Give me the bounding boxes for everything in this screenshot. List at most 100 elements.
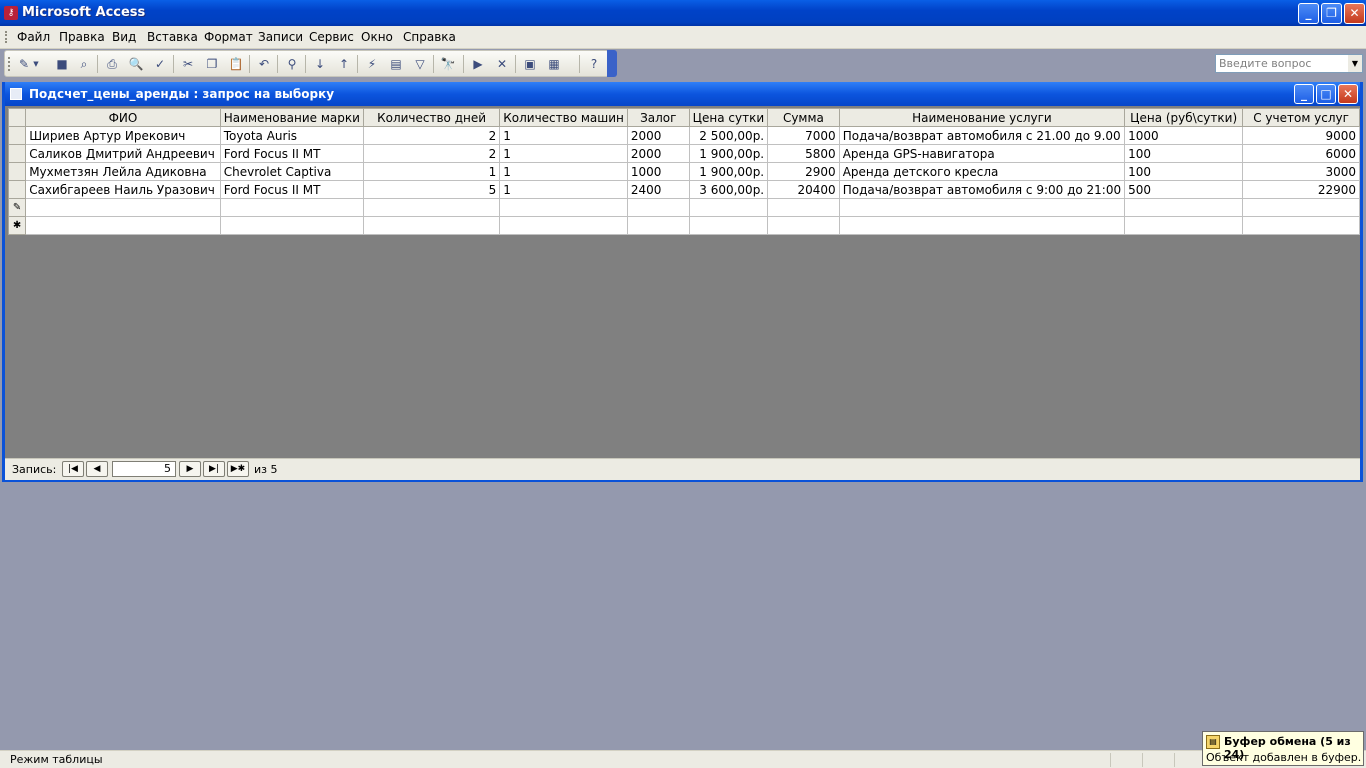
query-minimize-button[interactable]: _ bbox=[1294, 84, 1314, 104]
table-cell[interactable]: 2 bbox=[362, 144, 501, 163]
table-cell[interactable]: 5800 bbox=[767, 144, 840, 163]
toolbar-grip[interactable] bbox=[8, 57, 10, 71]
table-cell[interactable] bbox=[626, 198, 690, 217]
next-record-button[interactable]: ▶ bbox=[179, 461, 201, 477]
table-cell[interactable]: Toyota Auris bbox=[219, 126, 364, 145]
table-cell[interactable]: Саликов Дмитрий Андреевич bbox=[25, 144, 221, 163]
query-close-button[interactable]: ✕ bbox=[1338, 84, 1358, 104]
menu-format[interactable]: Формат bbox=[204, 30, 253, 44]
search-file-icon[interactable]: ⌕ bbox=[75, 55, 93, 73]
table-cell[interactable]: 9000 bbox=[1242, 126, 1360, 145]
table-cell[interactable] bbox=[499, 198, 628, 217]
table-cell[interactable]: 1 bbox=[499, 180, 628, 199]
new-object-icon[interactable]: ▦ bbox=[545, 55, 563, 73]
new-record-button[interactable]: ▶✱ bbox=[227, 461, 249, 477]
filter-by-selection-icon[interactable]: ⚡ bbox=[363, 55, 381, 73]
table-cell[interactable]: 2 bbox=[362, 126, 501, 145]
table-cell[interactable]: 22900 bbox=[1242, 180, 1360, 199]
column-header[interactable]: Наименование марки bbox=[219, 108, 364, 127]
record-selector[interactable] bbox=[7, 144, 27, 163]
apply-filter-icon[interactable]: ▽ bbox=[411, 55, 429, 73]
query-window-title-bar[interactable]: Подсчет_цены_аренды : запрос на выборку … bbox=[5, 82, 1360, 106]
menu-grip[interactable] bbox=[5, 31, 7, 43]
current-record-input[interactable]: 5 bbox=[112, 461, 176, 477]
toolbar-options-icon[interactable] bbox=[607, 50, 617, 77]
table-cell[interactable] bbox=[499, 216, 628, 235]
record-selector[interactable] bbox=[7, 180, 27, 199]
menu-window[interactable]: Окно bbox=[361, 30, 393, 44]
record-selector[interactable] bbox=[7, 126, 27, 145]
record-selector[interactable] bbox=[7, 162, 27, 181]
menu-records[interactable]: Записи bbox=[258, 30, 303, 44]
menu-tools[interactable]: Сервис bbox=[309, 30, 354, 44]
column-header[interactable]: ФИО bbox=[25, 108, 221, 127]
first-record-button[interactable]: |◀ bbox=[62, 461, 84, 477]
hyperlink-icon[interactable]: ⚲ bbox=[283, 55, 301, 73]
table-cell[interactable]: 2400 bbox=[626, 180, 690, 199]
table-cell[interactable] bbox=[219, 216, 364, 235]
filter-by-form-icon[interactable]: ▤ bbox=[387, 55, 405, 73]
table-cell[interactable]: 2000 bbox=[626, 126, 690, 145]
table-cell[interactable]: 2 500,00р. bbox=[688, 126, 769, 145]
table-cell[interactable] bbox=[688, 216, 769, 235]
table-cell[interactable]: 6000 bbox=[1242, 144, 1360, 163]
column-header[interactable]: Количество дней bbox=[362, 108, 501, 127]
new-record-icon[interactable]: ▶ bbox=[469, 55, 487, 73]
table-cell[interactable] bbox=[1242, 198, 1360, 217]
table-cell[interactable]: Мухметзян Лейла Адиковна bbox=[25, 162, 221, 181]
column-header[interactable]: Сумма bbox=[767, 108, 840, 127]
close-button[interactable]: ✕ bbox=[1344, 3, 1365, 24]
table-cell[interactable] bbox=[362, 216, 501, 235]
last-record-button[interactable]: ▶| bbox=[203, 461, 225, 477]
previous-record-button[interactable]: ◀ bbox=[86, 461, 108, 477]
table-cell[interactable]: 1 bbox=[362, 162, 501, 181]
column-header[interactable]: Цена сутки bbox=[688, 108, 769, 127]
table-cell[interactable] bbox=[767, 198, 840, 217]
undo-icon[interactable]: ↶ bbox=[255, 55, 273, 73]
cut-icon[interactable]: ✂ bbox=[179, 55, 197, 73]
clipboard-notification[interactable]: ▤ Буфер обмена (5 из 24) Объект добавлен… bbox=[1202, 731, 1364, 766]
table-cell[interactable]: Аренда детского кресла bbox=[838, 162, 1126, 181]
table-cell[interactable]: 1 900,00р. bbox=[688, 162, 769, 181]
table-cell[interactable]: 100 bbox=[1124, 144, 1244, 163]
menu-insert[interactable]: Вставка bbox=[147, 30, 198, 44]
table-cell[interactable]: Подача/возврат автомобиля с 9:00 до 21:0… bbox=[838, 180, 1126, 199]
select-all-corner[interactable] bbox=[7, 108, 27, 127]
table-cell[interactable] bbox=[838, 216, 1126, 235]
table-cell[interactable]: 100 bbox=[1124, 162, 1244, 181]
print-icon[interactable]: ⎙ bbox=[103, 55, 121, 73]
table-cell[interactable]: Шириев Артур Ирекович bbox=[25, 126, 221, 145]
table-cell[interactable]: Аренда GPS-навигатора bbox=[838, 144, 1126, 163]
table-cell[interactable]: 500 bbox=[1124, 180, 1244, 199]
menu-view[interactable]: Вид bbox=[112, 30, 136, 44]
table-cell[interactable] bbox=[688, 198, 769, 217]
table-cell[interactable] bbox=[1242, 216, 1360, 235]
help-icon[interactable]: ? bbox=[585, 55, 603, 73]
column-header[interactable]: Наименование услуги bbox=[838, 108, 1126, 127]
table-cell[interactable]: 5 bbox=[362, 180, 501, 199]
print-preview-icon[interactable]: 🔍 bbox=[127, 55, 145, 73]
minimize-button[interactable]: _ bbox=[1298, 3, 1319, 24]
save-icon[interactable]: ■ bbox=[53, 55, 71, 73]
column-header[interactable]: Залог bbox=[626, 108, 690, 127]
ask-question-input[interactable]: Введите вопрос ▼ bbox=[1215, 54, 1363, 73]
table-cell[interactable]: Ford Focus II MT bbox=[219, 180, 364, 199]
query-maximize-button[interactable]: □ bbox=[1316, 84, 1336, 104]
database-window-icon[interactable]: ▣ bbox=[521, 55, 539, 73]
chevron-down-icon[interactable]: ▼ bbox=[1348, 55, 1362, 72]
table-cell[interactable]: 2000 bbox=[626, 144, 690, 163]
column-header[interactable]: Цена (руб\сутки) bbox=[1124, 108, 1244, 127]
copy-icon[interactable]: ❐ bbox=[203, 55, 221, 73]
table-cell[interactable]: 1000 bbox=[626, 162, 690, 181]
restore-button[interactable]: ❐ bbox=[1321, 3, 1342, 24]
menu-help[interactable]: Справка bbox=[403, 30, 456, 44]
table-cell[interactable]: 1000 bbox=[1124, 126, 1244, 145]
find-icon[interactable]: 🔭 bbox=[439, 55, 457, 73]
delete-record-icon[interactable]: ✕ bbox=[493, 55, 511, 73]
table-cell[interactable] bbox=[25, 198, 221, 217]
menu-file[interactable]: Файл bbox=[17, 30, 50, 44]
table-cell[interactable]: 1 bbox=[499, 144, 628, 163]
table-cell[interactable] bbox=[1124, 216, 1244, 235]
edit-record-selector[interactable]: ✎ bbox=[7, 198, 27, 217]
table-cell[interactable]: 3000 bbox=[1242, 162, 1360, 181]
